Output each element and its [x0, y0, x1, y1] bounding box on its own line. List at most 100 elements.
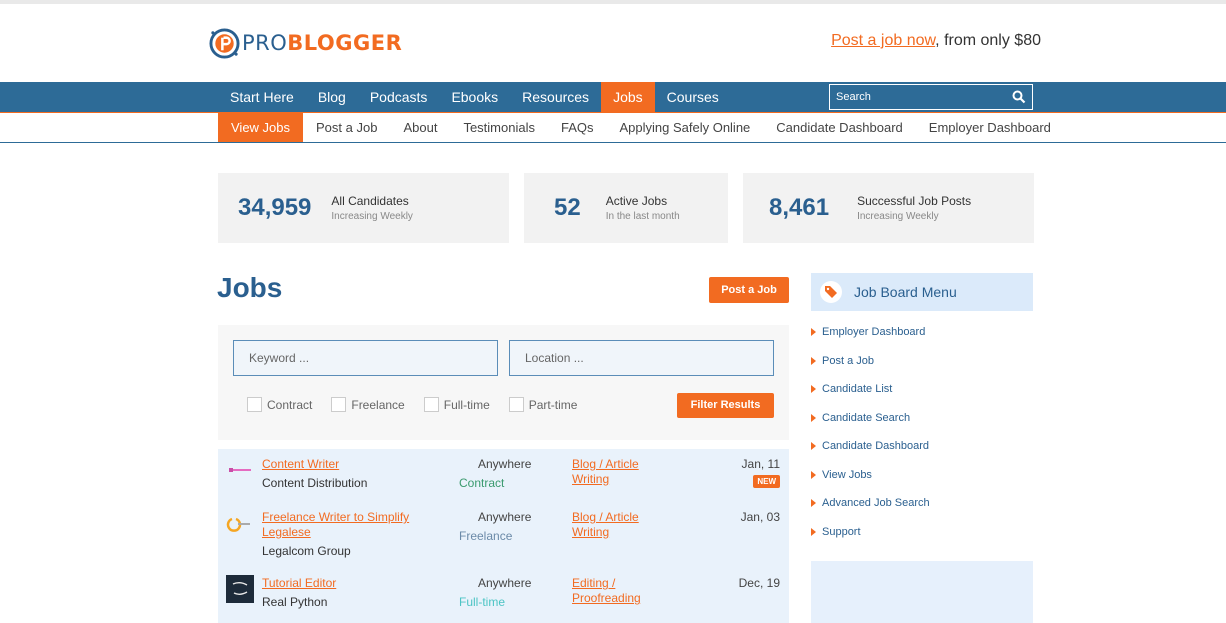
sidebar-link-label: Post a Job — [822, 354, 874, 367]
nav-item-resources[interactable]: Resources — [510, 82, 601, 112]
job-date: Dec, 19 — [738, 576, 780, 590]
subnav-item-employer-dashboard[interactable]: Employer Dashboard — [916, 113, 1064, 142]
new-badge: NEW — [753, 475, 780, 488]
checkbox-label: Full-time — [443, 397, 490, 412]
job-date: Jan, 03 — [740, 510, 780, 524]
arrow-right-icon — [811, 413, 816, 422]
sidebar-link-candidate-search[interactable]: Candidate Search — [811, 412, 930, 441]
sidebar-link-view-jobs[interactable]: View Jobs — [811, 469, 930, 498]
arrow-right-icon — [811, 527, 816, 536]
stat-candidates: 34,959 All Candidates Increasing Weekly — [218, 173, 509, 243]
nav-item-ebooks[interactable]: Ebooks — [439, 82, 510, 112]
job-category-link[interactable]: Blog / Article Writing — [572, 510, 662, 540]
arrow-right-icon — [811, 356, 816, 365]
checkbox-freelance[interactable]: Freelance — [331, 397, 405, 412]
logo-blogger-text: BLOGGER — [287, 30, 403, 55]
job-row[interactable]: Content Writer Content Distribution Anyw… — [218, 449, 789, 505]
job-type: Contract — [459, 476, 505, 490]
sidebar-link-employer-dashboard[interactable]: Employer Dashboard — [811, 326, 930, 355]
logo-pro-text: PRO — [242, 30, 288, 55]
tag-icon — [820, 281, 842, 303]
job-title-link[interactable]: Content Writer — [262, 457, 437, 472]
sidebar-link-label: Candidate Dashboard — [822, 440, 930, 452]
keyword-input[interactable]: Keyword ... — [233, 340, 498, 376]
job-type: Full-time — [459, 595, 506, 609]
checkbox-box[interactable] — [508, 397, 524, 412]
job-location: Anywhere — [478, 576, 532, 590]
sidebar-link-label: Advanced Job Search — [822, 497, 930, 509]
stat-number: 34,959 — [238, 194, 312, 221]
stat-number: 52 — [554, 194, 581, 221]
arrow-right-icon — [811, 328, 816, 336]
nav-item-jobs[interactable]: Jobs — [601, 82, 655, 112]
job-row[interactable]: Freelance Writer to Simplify Legalese Le… — [218, 505, 789, 569]
checkbox-label: Part-time — [528, 397, 578, 412]
stat-title: Successful Job Posts — [857, 194, 972, 208]
search-input[interactable] — [830, 85, 1000, 109]
arrow-right-icon — [811, 470, 816, 479]
sub-nav: View Jobs Post a Job About Testimonials FAQs… — [0, 112, 1226, 143]
checkbox-contract[interactable]: Contract — [247, 397, 312, 412]
sidebar-link-post-a-job[interactable]: Post a Job — [811, 355, 930, 384]
stat-title: Active Jobs — [605, 194, 668, 208]
job-company: Real Python — [262, 595, 328, 609]
arrow-right-icon — [811, 499, 816, 507]
problogger-logo[interactable]: PROBLOGGER — [209, 27, 402, 59]
job-location: Anywhere — [478, 457, 532, 471]
subnav-item-post-a-job[interactable]: Post a Job — [303, 113, 390, 142]
main-nav: Start Here Blog Podcasts Ebooks Resources Job… — [0, 82, 1226, 112]
search-box — [829, 84, 1033, 110]
job-board-menu-header: Job Board Menu — [811, 273, 1033, 311]
stat-subtitle: In the last month — [605, 211, 680, 222]
checkbox-label: Freelance — [351, 397, 405, 412]
subnav-item-about[interactable]: About — [390, 113, 450, 142]
stat-successful-posts: 8,461 Successful Job Posts Increasing We… — [743, 173, 1034, 243]
search-icon[interactable] — [1012, 90, 1026, 104]
stat-title: All Candidates — [331, 194, 409, 208]
job-company: Legalcom Group — [262, 544, 351, 558]
sidebar-link-label: Support — [822, 525, 861, 538]
checkbox-full-time[interactable]: Full-time — [423, 397, 490, 412]
subnav-item-view-jobs[interactable]: View Jobs — [218, 113, 304, 142]
arrow-right-icon — [811, 442, 816, 450]
filter-results-button[interactable]: Filter Results — [677, 393, 774, 418]
job-list: Content Writer Content Distribution Anyw… — [218, 449, 789, 623]
job-title-link[interactable]: Tutorial Editor — [262, 576, 437, 591]
job-category-link[interactable]: Editing / Proofreading — [572, 576, 652, 606]
job-category-link[interactable]: Blog / Article Writing — [572, 457, 662, 487]
sidebar-link-candidate-dashboard[interactable]: Candidate Dashboard — [811, 440, 930, 469]
sidebar-link-candidate-list[interactable]: Candidate List — [811, 383, 930, 412]
checkbox-box[interactable] — [331, 397, 347, 412]
post-a-job-button[interactable]: Post a Job — [709, 277, 789, 303]
sidebar-link-advanced-job-search[interactable]: Advanced Job Search — [811, 497, 930, 526]
post-job-now-link[interactable]: Post a job now — [831, 32, 935, 49]
subnav-item-applying-safely-online[interactable]: Applying Safely Online — [606, 113, 763, 142]
job-date: Jan, 11 — [741, 457, 780, 471]
nav-item-courses[interactable]: Courses — [655, 82, 731, 112]
sidebar-link-label: Employer Dashboard — [822, 326, 926, 338]
nav-item-start-here[interactable]: Start Here — [218, 82, 306, 112]
checkbox-box[interactable] — [423, 397, 439, 412]
stat-subtitle: Increasing Weekly — [857, 211, 939, 222]
job-board-menu: Employer Dashboard Post a Job Candidate Li… — [811, 326, 930, 554]
job-title-link[interactable]: Freelance Writer to Simplify Legalese — [262, 510, 437, 540]
nav-item-blog[interactable]: Blog — [306, 82, 358, 112]
sidebar-link-support[interactable]: Support — [811, 526, 930, 555]
location-input[interactable]: Location ... — [509, 340, 774, 376]
subnav-item-candidate-dashboard[interactable]: Candidate Dashboard — [763, 113, 915, 142]
job-filter-panel: Keyword ... Location ... Contract Freelan… — [218, 325, 789, 440]
subnav-item-testimonials[interactable]: Testimonials — [450, 113, 548, 142]
sidebar-widget — [811, 561, 1033, 623]
arrow-right-icon — [811, 385, 816, 393]
checkbox-box[interactable] — [247, 397, 262, 412]
stat-subtitle: Increasing Weekly — [331, 211, 413, 222]
nav-item-podcasts[interactable]: Podcasts — [358, 82, 440, 112]
subnav-item-faqs[interactable]: FAQs — [548, 113, 607, 142]
real-python-logo — [226, 575, 254, 603]
logo-mark-icon — [209, 27, 240, 59]
sidebar-link-label: Candidate Search — [822, 411, 911, 424]
checkbox-part-time[interactable]: Part-time — [508, 397, 578, 412]
legalcom-logo — [226, 517, 250, 532]
promo-text: Post a job now, from only $80 — [831, 32, 1041, 50]
job-row[interactable]: Tutorial Editor Real Python Anywhere Ful… — [218, 569, 789, 623]
